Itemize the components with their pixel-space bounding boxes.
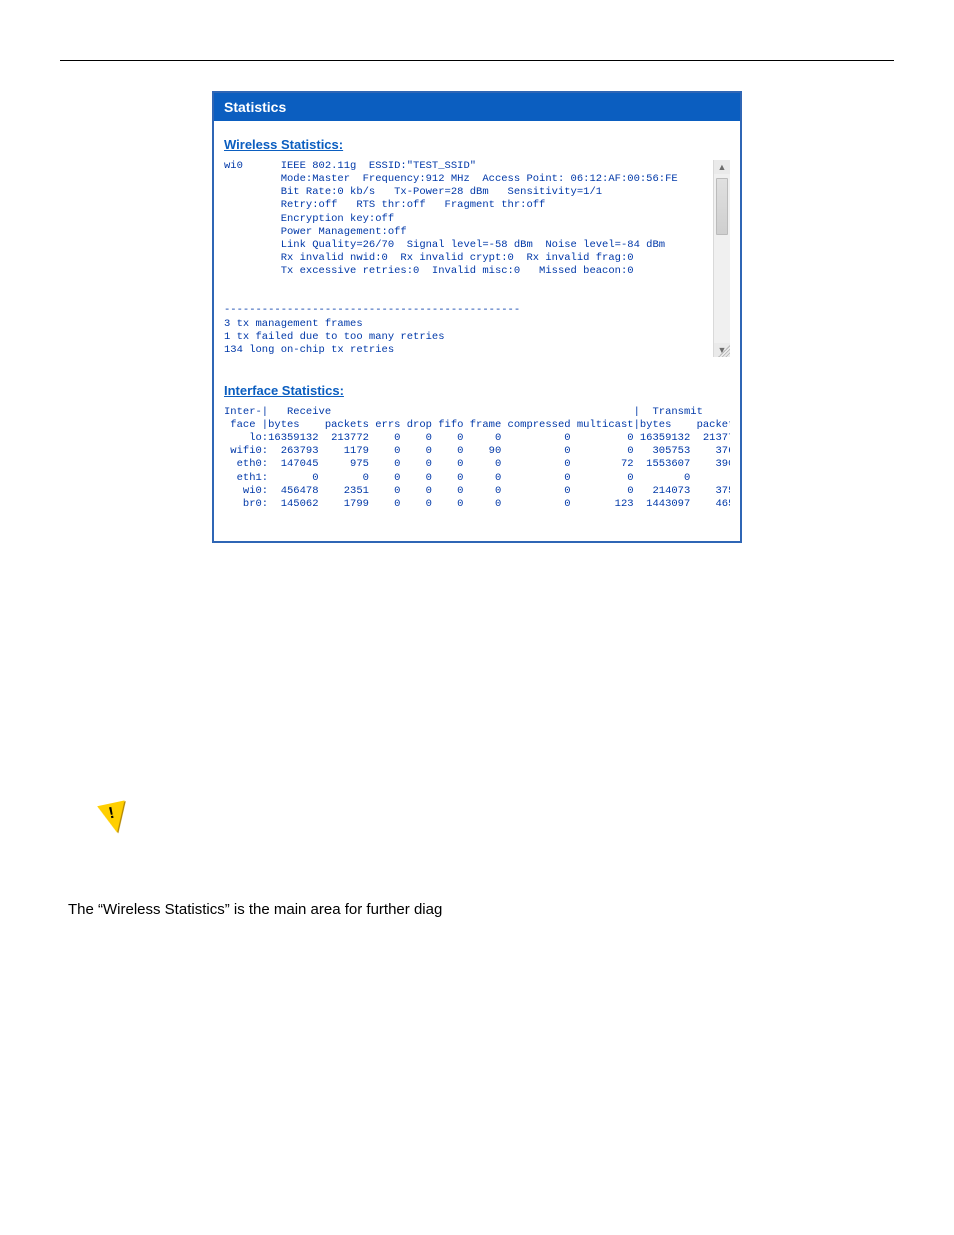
note-icon: ! — [100, 803, 136, 839]
page-rule — [60, 60, 894, 61]
scrollbar[interactable]: ▲ ▼ — [713, 160, 730, 357]
wireless-stats-text: wi0 IEEE 802.11g ESSID:"TEST_SSID" Mode:… — [224, 160, 712, 357]
interface-stats-box: Inter-| Receive | Transmit face |bytes p… — [224, 406, 730, 511]
resize-grip-icon[interactable] — [718, 345, 730, 357]
panel-title: Statistics — [214, 93, 740, 121]
wireless-stats-box: wi0 IEEE 802.11g ESSID:"TEST_SSID" Mode:… — [224, 160, 730, 357]
wireless-stats-heading: Wireless Statistics: — [224, 137, 730, 152]
scroll-thumb[interactable] — [716, 178, 728, 235]
statistics-screenshot: Statistics Wireless Statistics: wi0 IEEE… — [212, 91, 742, 543]
scroll-up-arrow-icon[interactable]: ▲ — [714, 160, 730, 174]
panel-body: Wireless Statistics: wi0 IEEE 802.11g ES… — [214, 121, 740, 541]
interface-stats-heading: Interface Statistics: — [224, 383, 730, 398]
body-paragraph: The “Wireless Statistics” is the main ar… — [68, 899, 886, 922]
interface-stats-text: Inter-| Receive | Transmit face |bytes p… — [224, 406, 730, 511]
